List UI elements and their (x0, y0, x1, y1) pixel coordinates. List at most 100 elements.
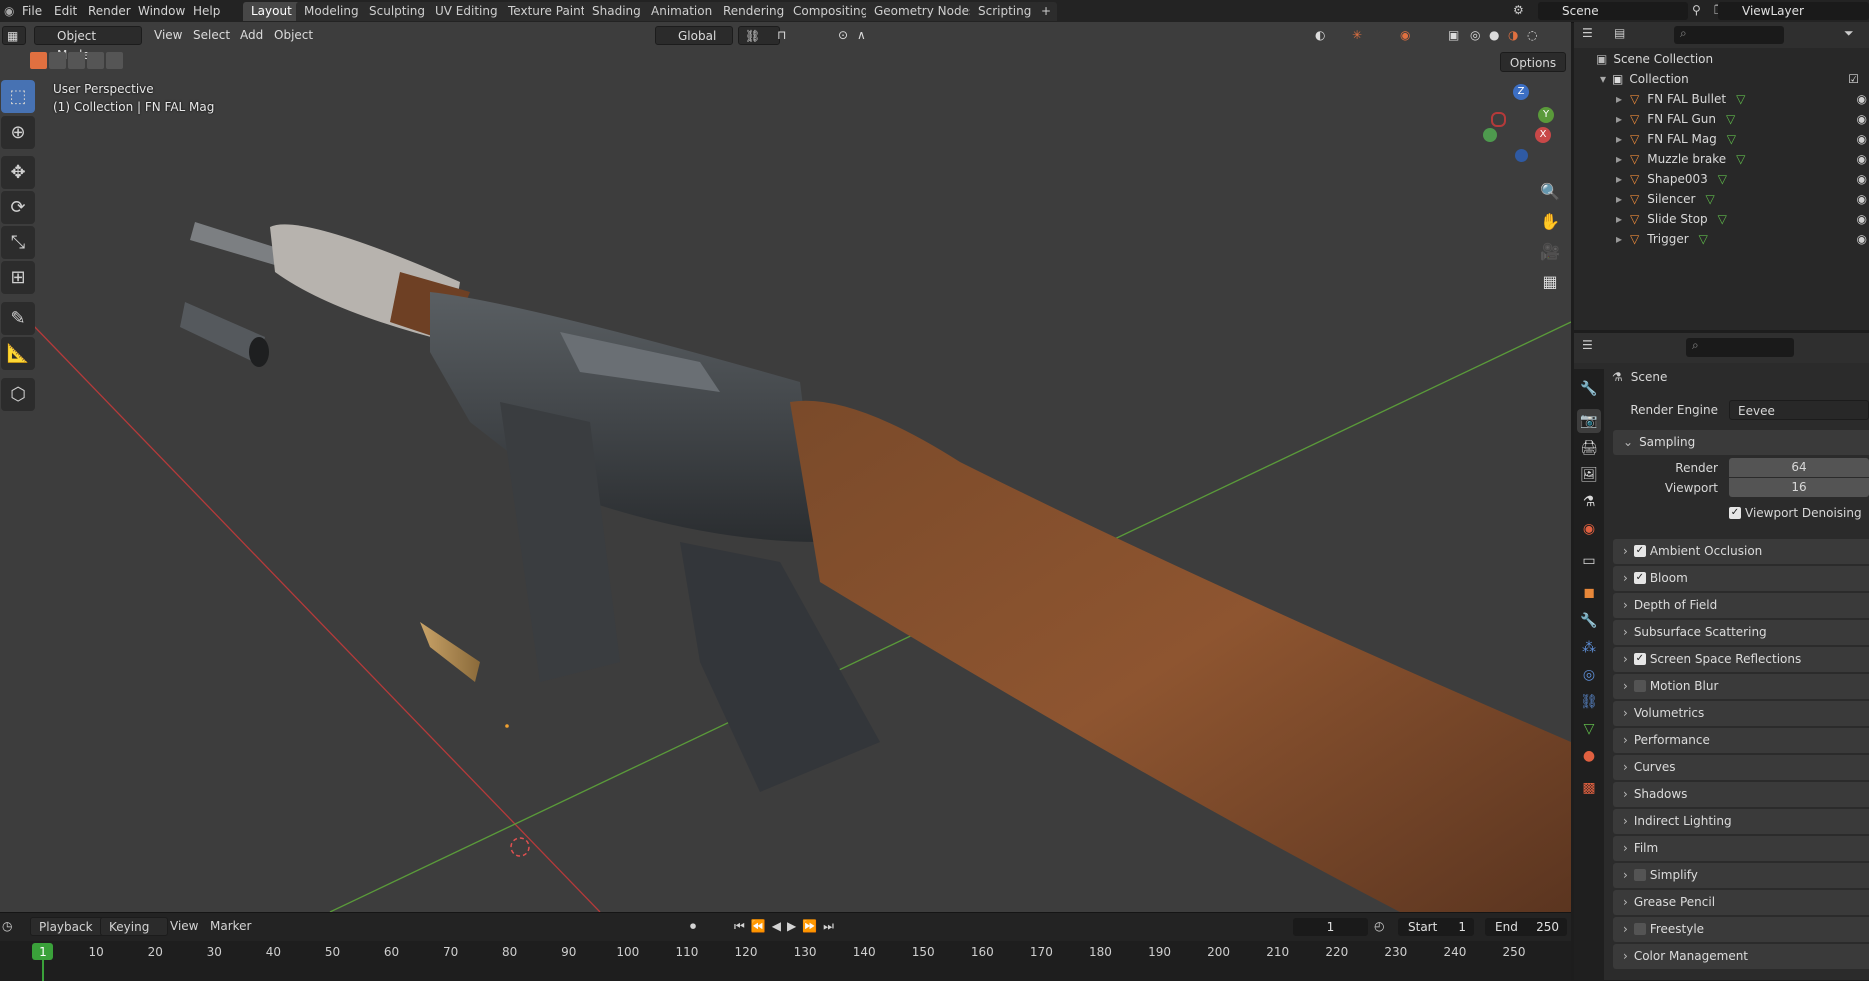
camera-view-icon[interactable]: 🎥 (1536, 237, 1564, 265)
viewport-menu-add[interactable]: Add (240, 26, 263, 45)
gizmo-x[interactable]: X (1535, 127, 1551, 143)
outliner-object-row[interactable]: ▸ ▽ Muzzle brake ▽ ◉ (1574, 149, 1869, 169)
render-panel-header[interactable]: › Shadows (1613, 782, 1869, 807)
render-panel-header[interactable]: › Curves (1613, 755, 1869, 780)
tab-uv-editing[interactable]: UV Editing (427, 2, 506, 21)
tab-compositing[interactable]: Compositing (785, 2, 877, 21)
render-engine-dropdown[interactable]: Eevee (1729, 400, 1869, 420)
outliner-object-row[interactable]: ▸ ▽ FN FAL Gun ▽ ◉ (1574, 109, 1869, 129)
tab-shading[interactable]: Shading (584, 2, 649, 21)
render-tab-icon[interactable]: 📷 (1577, 409, 1601, 433)
display-mode-icon[interactable]: ☰ (1582, 26, 1593, 40)
navigation-gizmo[interactable]: Z Y X (1482, 84, 1562, 164)
gizmo-z[interactable]: Z (1513, 84, 1529, 100)
annotate-tool-icon[interactable]: ✎ (1, 302, 35, 335)
outliner-search-input[interactable]: ⌕ (1674, 26, 1784, 44)
render-panel-header[interactable]: › Simplify (1613, 863, 1869, 888)
collection-tab-icon[interactable]: ▭ (1577, 549, 1601, 573)
visibility-eye-icon[interactable]: ◉ (1857, 109, 1867, 129)
particles-tab-icon[interactable]: ⁂ (1577, 636, 1601, 660)
clock-icon[interactable]: ◴ (1374, 917, 1384, 936)
visibility-eye-icon[interactable]: ◉ (1857, 229, 1867, 249)
3d-viewport[interactable]: ▦ Object Mode View Select Add Object Glo… (0, 22, 1571, 912)
viewport-menu-object[interactable]: Object (274, 26, 313, 45)
texture-tab-icon[interactable]: ▩ (1577, 776, 1601, 800)
panel-enable-checkbox[interactable]: ✓ (1633, 571, 1646, 584)
gizmo-icon[interactable]: ✳ (1352, 26, 1362, 45)
select-subtract-icon[interactable] (68, 52, 85, 69)
end-frame-field[interactable]: End 250 (1485, 918, 1567, 936)
shading-material-icon[interactable]: ◑ (1508, 26, 1518, 45)
current-frame-field[interactable]: 1 (1293, 918, 1368, 936)
viewport-menu-select[interactable]: Select (193, 26, 230, 45)
render-panel-header[interactable]: › ✓ Screen Space Reflections (1613, 647, 1869, 672)
world-tab-icon[interactable]: ◉ (1577, 517, 1601, 541)
gizmo-neg-y[interactable] (1483, 128, 1497, 142)
data-tab-icon[interactable]: ▽ (1577, 717, 1601, 741)
render-panel-header[interactable]: › Film (1613, 836, 1869, 861)
render-panel-header[interactable]: › ✓ Ambient Occlusion (1613, 539, 1869, 564)
cursor-tool-icon[interactable]: ⊕ (1, 116, 35, 149)
visibility-eye-icon[interactable]: ◉ (1857, 209, 1867, 229)
viewport-menu-view[interactable]: View (154, 26, 182, 45)
object-mode-dropdown[interactable]: Object Mode (34, 26, 142, 62)
zoom-icon[interactable]: 🔍 (1536, 177, 1564, 205)
render-panel-header[interactable]: › Color Management (1613, 944, 1869, 969)
visibility-eye-icon[interactable]: ◉ (1857, 129, 1867, 149)
editor-type-icon[interactable]: ▦ (2, 26, 26, 45)
tab-animation[interactable]: Animation (643, 2, 721, 21)
expand-arrow-icon[interactable]: ▸ (1616, 232, 1622, 246)
rotate-tool-icon[interactable]: ⟳ (1, 191, 35, 224)
move-tool-icon[interactable]: ✥ (1, 156, 35, 189)
outliner-object-row[interactable]: ▸ ▽ FN FAL Bullet ▽ ◉ (1574, 89, 1869, 109)
visibility-icon[interactable]: ◐ (1315, 26, 1325, 45)
render-panel-header[interactable]: › Performance (1613, 728, 1869, 753)
viewport-samples-field[interactable]: 16 (1729, 478, 1869, 497)
render-panel-header[interactable]: › Motion Blur (1613, 674, 1869, 699)
sampling-panel-header[interactable]: ⌄ Sampling (1613, 430, 1869, 455)
proportional-edit-icon[interactable]: ⊙ (838, 26, 848, 45)
tab-rendering[interactable]: Rendering (715, 2, 793, 21)
gizmo-y[interactable]: Y (1538, 107, 1554, 123)
select-invert-icon[interactable] (87, 52, 104, 69)
keying-menu[interactable]: Keying (100, 917, 169, 936)
menu-render[interactable]: Render (88, 2, 131, 20)
menu-window[interactable]: Window (138, 2, 185, 20)
tab-modeling[interactable]: Modeling (296, 2, 367, 21)
shading-solid-icon[interactable]: ● (1489, 26, 1499, 45)
select-intersect-icon[interactable] (106, 52, 123, 69)
tab-scripting[interactable]: Scripting (970, 2, 1040, 21)
tab-layout[interactable]: Layout (243, 2, 300, 21)
shading-wireframe-icon[interactable]: ◎ (1470, 26, 1480, 45)
pivot-icon[interactable]: ⛓ (738, 26, 780, 45)
tool-tab-icon[interactable]: 🔧 (1577, 377, 1601, 401)
menu-edit[interactable]: Edit (54, 2, 77, 20)
output-tab-icon[interactable]: 🖨 (1577, 436, 1601, 460)
snap-icon[interactable]: ⊓ (777, 26, 786, 45)
select-extend-icon[interactable] (49, 52, 66, 69)
playback-controls[interactable]: ⏮⏪◀▶⏩⏭ (734, 917, 840, 936)
render-panel-header[interactable]: › Depth of Field (1613, 593, 1869, 618)
collection-checkbox[interactable]: ☑ (1848, 69, 1859, 89)
gizmo-neg-z[interactable] (1515, 149, 1528, 162)
measure-tool-icon[interactable]: 📐 (1, 337, 35, 370)
scale-tool-icon[interactable]: ⤡ (1, 226, 35, 259)
outliner-object-row[interactable]: ▸ ▽ Trigger ▽ ◉ (1574, 229, 1869, 249)
viewport-denoising-checkbox[interactable]: ✓ (1729, 506, 1741, 519)
pan-hand-icon[interactable]: ✋ (1536, 207, 1564, 235)
select-new-icon[interactable] (30, 52, 47, 69)
gizmo-neg-x[interactable] (1491, 112, 1506, 127)
physics-tab-icon[interactable]: ◎ (1577, 663, 1601, 687)
tab-texture-paint[interactable]: Texture Paint (500, 2, 594, 21)
timeline-view-menu[interactable]: View (170, 917, 198, 936)
constraints-tab-icon[interactable]: ⛓ (1577, 690, 1601, 714)
properties-editor-icon[interactable]: ☰ (1582, 338, 1593, 352)
panel-enable-checkbox[interactable] (1633, 922, 1646, 935)
xray-icon[interactable]: ▣ (1448, 26, 1459, 45)
outliner-object-row[interactable]: ▸ ▽ Shape003 ▽ ◉ (1574, 169, 1869, 189)
panel-enable-checkbox[interactable]: ✓ (1633, 544, 1646, 557)
panel-enable-checkbox[interactable] (1633, 868, 1646, 881)
viewlayer-field[interactable]: ViewLayer (1718, 2, 1869, 20)
render-panel-header[interactable]: › Volumetrics (1613, 701, 1869, 726)
render-panel-header[interactable]: › Freestyle (1613, 917, 1869, 942)
